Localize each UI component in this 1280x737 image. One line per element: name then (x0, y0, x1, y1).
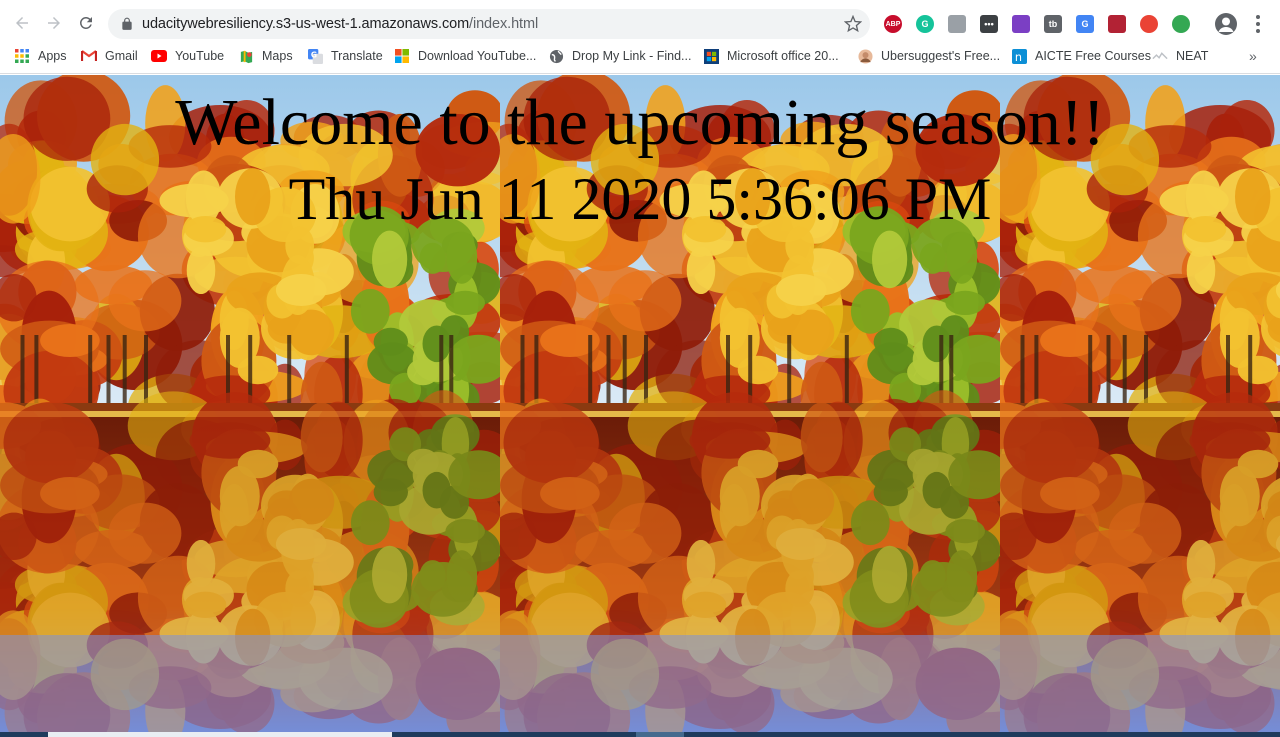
bookmark-maps[interactable]: Maps (238, 44, 293, 68)
flag-icon[interactable] (1108, 15, 1126, 33)
google-translate-icon[interactable]: G (1076, 15, 1094, 33)
aicte-icon: n (1011, 48, 1027, 64)
bookmark-label: Apps (38, 49, 67, 63)
profile-avatar-icon[interactable] (1215, 13, 1237, 35)
microsoft-icon (394, 48, 410, 64)
reload-icon[interactable] (71, 8, 101, 38)
feather-icon[interactable] (1012, 15, 1030, 33)
page-content: Welcome to the upcoming season!! Thu Jun… (0, 75, 1280, 732)
adblock-plus-icon[interactable]: ABP (884, 15, 902, 33)
lock-icon[interactable] (120, 17, 134, 31)
bookmark-label: Translate (331, 49, 383, 63)
bookmark-apps[interactable]: Apps (14, 44, 67, 68)
bookmark-label: Download YouTube... (418, 49, 537, 63)
browser-toolbar: udacitywebresiliency.s3-us-west-1.amazon… (0, 6, 1280, 42)
maps-icon (238, 48, 254, 64)
globe-icon (548, 48, 564, 64)
bookmark-label: Drop My Link - Find... (572, 49, 692, 63)
bookmark-label: NEAT (1176, 49, 1209, 63)
browser-chrome: udacitywebresiliency.s3-us-west-1.amazon… (0, 0, 1280, 74)
datetime-text: Thu Jun 11 2020 5:36:06 PM (288, 166, 992, 232)
bookmark-star-icon[interactable] (844, 15, 862, 33)
translate-icon: G (307, 48, 323, 64)
bookmark-label: Microsoft office 20... (727, 49, 839, 63)
neat-icon (1152, 48, 1168, 64)
url-path: /index.html (469, 16, 539, 32)
bookmark-download-youtube[interactable]: Download YouTube... (394, 44, 536, 68)
address-bar[interactable]: udacitywebresiliency.s3-us-west-1.amazon… (108, 9, 870, 39)
bookmark-label: YouTube (175, 49, 225, 63)
svg-text:n: n (1014, 51, 1021, 64)
bookmark-aicte[interactable]: n AICTE Free Courses (1011, 44, 1151, 68)
extension-gray-icon[interactable] (948, 15, 966, 33)
extension-tb-icon[interactable]: tb (1044, 15, 1062, 33)
grammarly-icon[interactable]: G (916, 15, 934, 33)
bookmarks-overflow-icon[interactable]: » (1249, 48, 1257, 64)
bookmark-ubersuggest[interactable]: Ubersuggest's Free... (857, 44, 1000, 68)
bookmark-label: Gmail (105, 49, 138, 63)
url-text[interactable]: udacitywebresiliency.s3-us-west-1.amazon… (142, 9, 538, 39)
bookmark-youtube[interactable]: YouTube (151, 44, 224, 68)
bookmark-label: AICTE Free Courses (1035, 49, 1152, 63)
youtube-icon (151, 48, 167, 64)
extension-globe-icon[interactable] (1172, 15, 1190, 33)
bookmark-translate[interactable]: G Translate (307, 44, 383, 68)
bookmark-gmail[interactable]: Gmail (81, 44, 138, 68)
office-icon (703, 48, 719, 64)
avatar-icon (857, 48, 873, 64)
extension-ring-icon[interactable] (1140, 15, 1158, 33)
url-host: udacitywebresiliency.s3-us-west-1.amazon… (142, 16, 470, 32)
forward-icon[interactable] (39, 8, 69, 38)
back-icon[interactable] (7, 8, 37, 38)
apps-grid-icon (14, 48, 30, 64)
page-title: Welcome to the upcoming season!! (175, 86, 1105, 159)
bookmark-neat[interactable]: NEAT (1152, 44, 1208, 68)
taskbar-strip (0, 732, 1280, 737)
bookmark-label: Ubersuggest's Free... (881, 49, 1001, 63)
bookmark-microsoft-office[interactable]: Microsoft office 20... (703, 44, 839, 68)
bookmark-label: Maps (262, 49, 293, 63)
extension-dots-icon[interactable]: ••• (980, 15, 998, 33)
bookmark-drop-my-link[interactable]: Drop My Link - Find... (548, 44, 691, 68)
bookmarks-bar: » Apps Gmail YouTube Maps G Translate Download… (0, 44, 1280, 68)
gmail-icon (81, 48, 97, 64)
menu-kebab-icon[interactable] (1248, 13, 1268, 35)
svg-text:G: G (310, 50, 316, 59)
